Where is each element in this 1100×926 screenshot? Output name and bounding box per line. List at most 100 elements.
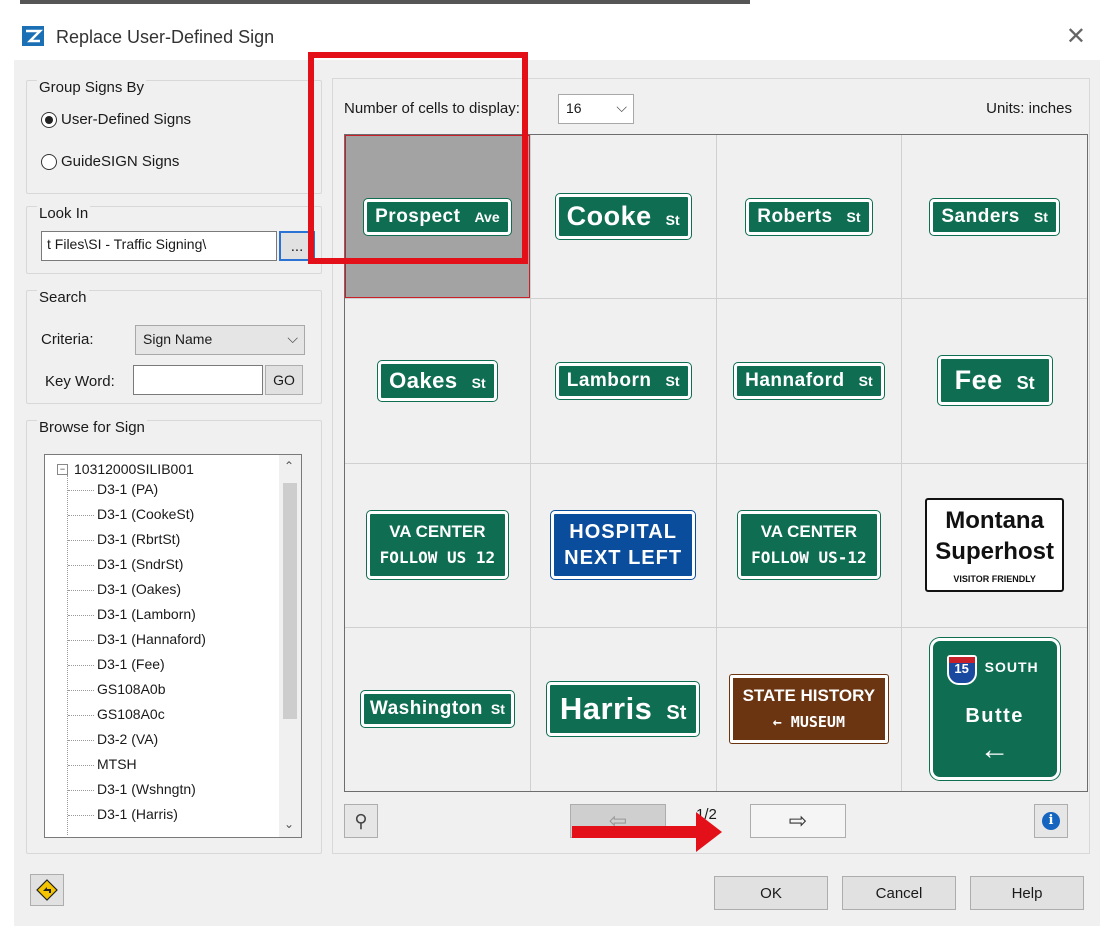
chevron-down-icon: ⌵ <box>616 99 627 115</box>
radio-button-icon[interactable] <box>41 111 57 128</box>
sign-cell-hospital[interactable]: HOSPITAL NEXT LEFT <box>530 463 716 627</box>
tree-connector <box>68 615 94 616</box>
tree-item[interactable]: D3-2 (VA) <box>97 731 158 747</box>
sign-suffix: St <box>666 702 687 725</box>
sign-cell-hannaford[interactable]: Hannaford St <box>716 299 902 463</box>
superhost-sign: Montana Superhost VISITOR FRIENDLY <box>925 498 1064 593</box>
tree-connector <box>68 715 94 716</box>
sign-name: Hannaford <box>745 369 845 391</box>
street-sign: Prospect Ave <box>364 198 511 235</box>
sign-tool-button[interactable] <box>30 874 64 906</box>
radio-guidesign-signs[interactable]: GuideSIGN Signs <box>41 153 179 170</box>
window-top-edge <box>20 0 750 4</box>
tree-item[interactable]: GS108A0b <box>97 681 166 697</box>
info-button[interactable]: i <box>1034 804 1068 838</box>
tree-item[interactable]: D3-1 (PA) <box>97 481 158 497</box>
collapse-icon[interactable]: − <box>57 463 68 475</box>
keyword-input[interactable] <box>133 365 263 395</box>
tree-item[interactable]: D3-1 (Fee) <box>97 656 165 672</box>
cancel-button[interactable]: Cancel <box>842 876 956 910</box>
sign-cell-sanders[interactable]: Sanders St <box>902 135 1087 299</box>
sign-cell-fee[interactable]: Fee St <box>902 299 1087 463</box>
tree-connector <box>68 765 94 766</box>
browse-folder-button[interactable]: ... <box>279 231 315 261</box>
units-label: Units: inches <box>986 100 1072 117</box>
tree-root-label: 10312000SILIB001 <box>74 461 194 477</box>
radio-user-defined-signs[interactable]: User-Defined Signs <box>41 111 191 128</box>
tree-item[interactable]: D3-1 (RbrtSt) <box>97 531 180 547</box>
look-in-label: Look In <box>37 205 91 222</box>
sign-line-1: Montana <box>945 507 1044 535</box>
criteria-select[interactable]: Sign Name ⌵ <box>135 325 305 355</box>
scroll-up-icon[interactable]: ⌃ <box>284 459 294 473</box>
tree-connector <box>68 640 94 641</box>
tree-item[interactable]: D3-1 (Harris) <box>97 806 178 822</box>
sign-line-2: FOLLOW US 12 <box>379 548 496 568</box>
app-icon <box>22 26 44 46</box>
close-icon[interactable]: ✕ <box>1066 22 1086 51</box>
sign-cell-cooke[interactable]: Cooke St <box>530 135 716 299</box>
street-sign: Roberts St <box>746 198 872 235</box>
tree-connector <box>68 515 94 516</box>
tree-item[interactable]: D3-1 (SndrSt) <box>97 556 183 572</box>
tree-item[interactable]: GS108A0c <box>97 706 165 722</box>
dialog-body: Group Signs By User-Defined Signs GuideS… <box>14 60 1100 926</box>
sign-cell-va-center-2[interactable]: VA CENTER FOLLOW US-12 <box>716 463 902 627</box>
tree-item[interactable]: D3-1 (CookeSt) <box>97 506 194 522</box>
sign-name: Washington <box>369 698 483 720</box>
sign-line-1: VA CENTER <box>760 522 858 542</box>
tree-item[interactable]: D3-1 (Hannaford) <box>97 631 206 647</box>
sign-name: Oakes <box>389 367 458 393</box>
guide-sign: VA CENTER FOLLOW US-12 <box>738 511 880 580</box>
sign-line-2: Superhost <box>935 538 1054 566</box>
sign-cell-state-history-museum[interactable]: STATE HISTORY ← MUSEUM <box>716 627 902 791</box>
interstate-shield-icon: 15 <box>946 655 977 686</box>
keyword-label: Key Word: <box>45 373 115 390</box>
sign-suffix: St <box>665 212 680 229</box>
sign-cell-montana-superhost[interactable]: Montana Superhost VISITOR FRIENDLY <box>902 463 1087 627</box>
sign-suffix: Ave <box>474 208 500 225</box>
ok-button[interactable]: OK <box>714 876 828 910</box>
help-button[interactable]: Help <box>970 876 1084 910</box>
sign-cell-washington[interactable]: Washington St <box>345 627 530 791</box>
sign-cell-harris[interactable]: Harris St <box>530 627 716 791</box>
tree-scrollbar[interactable]: ⌃ ⌄ <box>279 455 301 837</box>
look-in-panel: Look In t Files\SI - Traffic Signing\ ..… <box>26 205 322 274</box>
cells-to-display-select[interactable]: 16 ⌵ <box>558 94 634 124</box>
sign-cell-roberts[interactable]: Roberts St <box>716 135 902 299</box>
sign-cell-lamborn[interactable]: Lamborn St <box>530 299 716 463</box>
sign-cell-prospect[interactable]: Prospect Ave <box>345 135 530 299</box>
tree-item[interactable]: D3-1 (Wshngtn) <box>97 781 196 797</box>
tree-connector <box>68 490 94 491</box>
go-button[interactable]: GO <box>265 365 303 395</box>
next-page-button[interactable]: ⇨ <box>750 804 846 838</box>
sign-line-1: HOSPITAL <box>569 521 677 544</box>
tree-item[interactable]: D3-1 (Oakes) <box>97 581 181 597</box>
ok-arrow-annotation <box>572 812 722 852</box>
sign-name: Lamborn <box>566 369 652 391</box>
tree-item[interactable]: MTSH <box>97 756 137 772</box>
tree-connector <box>68 690 94 691</box>
sign-line-1: VA CENTER <box>389 522 486 542</box>
street-sign: Sanders St <box>930 198 1059 235</box>
sign-name: Harris <box>559 691 653 727</box>
search-panel: Search Criteria: Sign Name ⌵ Key Word: G… <box>26 289 322 404</box>
sign-city: Butte <box>965 705 1024 728</box>
tree-item[interactable]: D3-1 (Lamborn) <box>97 606 196 622</box>
sign-line-2: NEXT LEFT <box>564 547 683 570</box>
scroll-down-icon[interactable]: ⌄ <box>284 817 294 831</box>
hospital-sign: HOSPITAL NEXT LEFT <box>551 511 696 580</box>
tree-root[interactable]: − 10312000SILIB001 <box>57 461 194 477</box>
radio-button-icon[interactable] <box>41 153 57 170</box>
scrollbar-thumb[interactable] <box>283 483 297 719</box>
zoom-button[interactable]: ⚲ <box>344 804 378 838</box>
look-in-path-field[interactable]: t Files\SI - Traffic Signing\ <box>41 231 277 261</box>
sign-cell-oakes[interactable]: Oakes St <box>345 299 530 463</box>
sign-tree[interactable]: − 10312000SILIB001 D3-1 (PA) D3-1 (Cooke… <box>44 454 302 838</box>
tree-connector <box>68 815 94 816</box>
radio-label: GuideSIGN Signs <box>61 153 180 170</box>
sign-grid: Prospect Ave Cooke St Roberts St Sanders St … <box>344 134 1088 792</box>
sign-cell-butte[interactable]: 15 SOUTH Butte ← <box>902 627 1087 791</box>
sign-name: Cooke <box>566 201 652 232</box>
sign-cell-va-center-1[interactable]: VA CENTER FOLLOW US 12 <box>345 463 530 627</box>
